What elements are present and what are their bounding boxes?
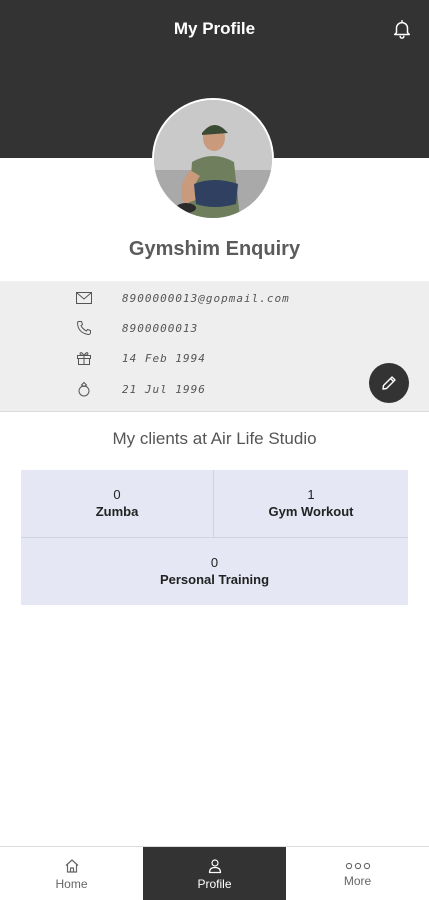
- pencil-icon: [382, 376, 396, 390]
- email-text: 8900000013@gopmail.com: [122, 291, 290, 305]
- client-count: 1: [307, 487, 315, 502]
- profile-name: Gymshim Enquiry: [128, 238, 301, 260]
- client-label: Zumba: [95, 504, 139, 519]
- mail-icon: [74, 288, 94, 308]
- nav-profile[interactable]: Profile: [143, 847, 286, 900]
- nav-more[interactable]: More: [286, 847, 429, 900]
- phone-row: 8900000013: [74, 318, 198, 338]
- ring-icon: [74, 379, 94, 399]
- client-cell-zumba[interactable]: 0 Zumba: [21, 487, 213, 519]
- avatar-photo: [154, 100, 272, 218]
- clients-section-title: My clients at Air Life Studio: [112, 429, 317, 448]
- client-label: Personal Training: [159, 572, 270, 587]
- birthday-text: 14 Feb 1994: [122, 351, 206, 365]
- nav-profile-label: Profile: [197, 876, 232, 891]
- nav-home-label: Home: [55, 876, 88, 891]
- phone-icon: [74, 318, 94, 338]
- gift-icon: [74, 348, 94, 368]
- bell-icon[interactable]: [391, 17, 413, 41]
- email-row: 8900000013@gopmail.com: [74, 288, 290, 308]
- anniversary-text: 21 Jul 1996: [122, 382, 206, 396]
- edit-profile-button[interactable]: [369, 363, 409, 403]
- home-icon: [65, 858, 78, 873]
- nav-home[interactable]: Home: [0, 847, 143, 900]
- birthday-row: 14 Feb 1994: [74, 348, 206, 368]
- bottom-nav: Home Profile More: [0, 846, 429, 900]
- grid-divider-horizontal: [21, 537, 408, 538]
- avatar[interactable]: [152, 98, 274, 220]
- user-icon: [208, 858, 221, 873]
- more-dots-icon: [345, 862, 370, 869]
- profile-info-panel: 8900000013@gopmail.com 8900000013 14 Feb…: [0, 281, 429, 412]
- phone-text: 8900000013: [122, 321, 199, 335]
- anniversary-row: 21 Jul 1996: [74, 379, 206, 399]
- nav-more-label: More: [343, 873, 372, 888]
- client-count: 0: [210, 555, 219, 570]
- page-title: My Profile: [173, 19, 256, 38]
- client-label: Gym Workout: [268, 504, 354, 519]
- client-cell-gym-workout[interactable]: 1 Gym Workout: [214, 487, 408, 519]
- client-cell-personal-training[interactable]: 0 Personal Training: [21, 555, 408, 587]
- clients-grid: 0 Zumba 1 Gym Workout 0 Personal Trainin…: [21, 470, 408, 605]
- client-count: 0: [113, 487, 121, 502]
